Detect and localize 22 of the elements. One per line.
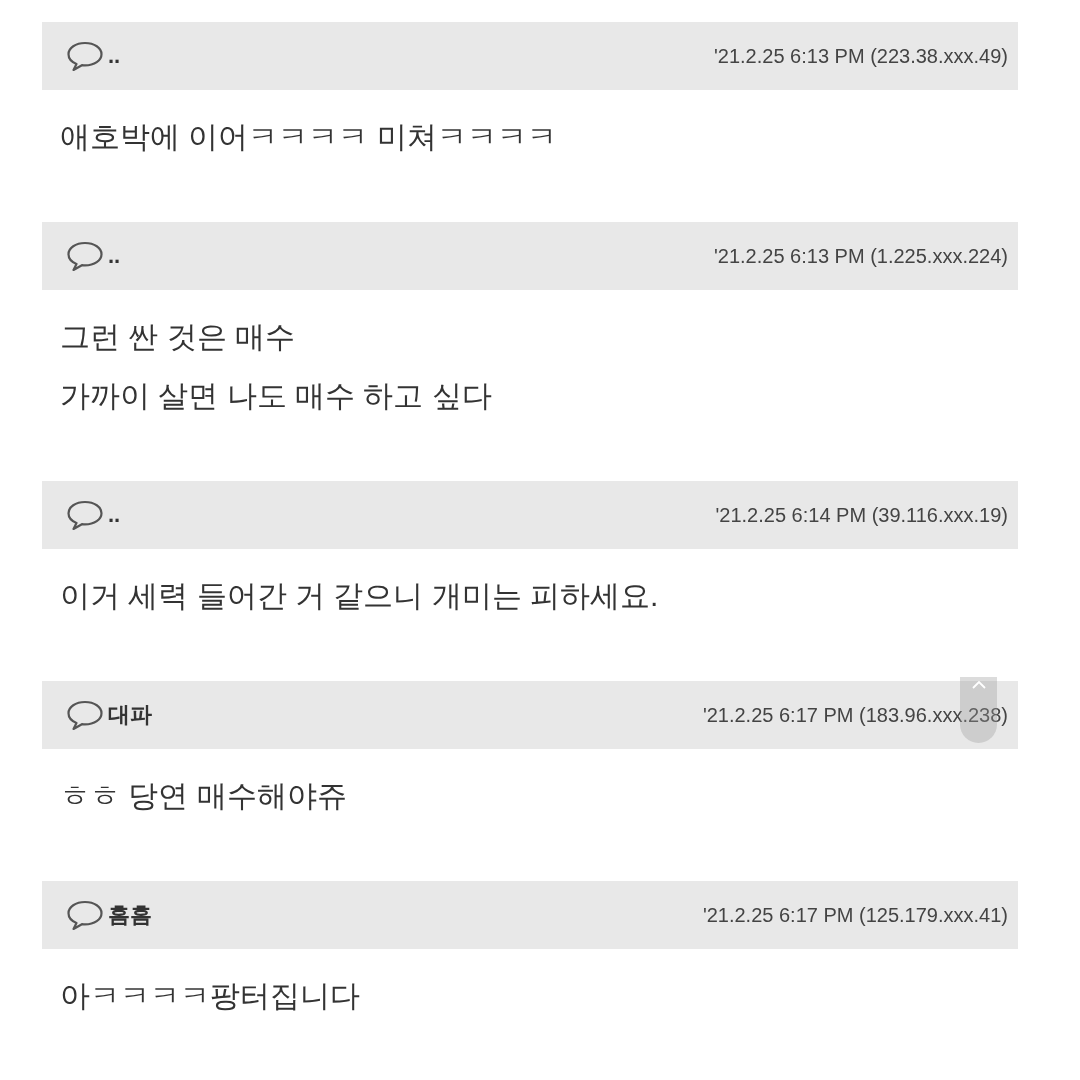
- speech-bubble-icon: [66, 240, 104, 272]
- author-name: ..: [108, 45, 121, 67]
- comment-timestamp: '21.2.25 6:17 PM (183.96.xxx.238): [702, 703, 1008, 728]
- author-name: 대파: [108, 704, 152, 726]
- speech-bubble-icon: [66, 40, 104, 72]
- author-name: ..: [108, 245, 121, 267]
- speech-bubble-icon: [66, 899, 104, 931]
- comment-text: 이거 세력 들어간 거 같으니 개미는 피하세요.: [60, 578, 660, 614]
- speech-bubble-icon: [66, 699, 104, 731]
- comment-timestamp: '21.2.25 6:13 PM (1.225.xxx.224): [714, 244, 1008, 269]
- author-name: ..: [108, 504, 121, 526]
- author-name: 흠흠: [108, 904, 152, 926]
- comment-text: ㅎㅎ 당연 매수해야쥬: [60, 778, 348, 814]
- comment-text: 아ㅋㅋㅋㅋ팡터집니다: [60, 978, 361, 1014]
- comment-timestamp: '21.2.25 6:14 PM (39.116.xxx.19): [715, 503, 1008, 528]
- comment-timestamp: '21.2.25 6:17 PM (125.179.xxx.41): [702, 903, 1008, 928]
- comment-timestamp: '21.2.25 6:13 PM (223.38.xxx.49): [714, 44, 1008, 69]
- speech-bubble-icon: [66, 499, 104, 531]
- comment-text: 그런 싼 것은 매수: [60, 319, 296, 355]
- comment-text: 애호박에 이어ㅋㅋㅋㅋ 미쳐ㅋㅋㅋㅋ: [60, 119, 558, 155]
- caret-up-icon: [971, 681, 986, 689]
- comment-text: 가까이 살면 나도 매수 하고 싶다: [60, 378, 493, 414]
